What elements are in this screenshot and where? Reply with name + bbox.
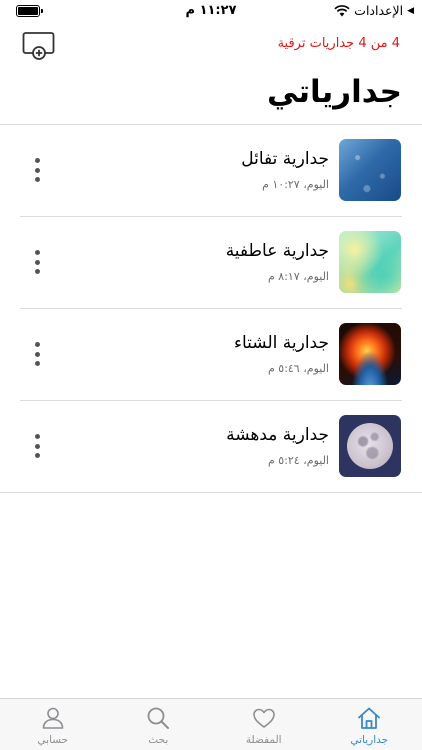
- wall-name: جدارية عاطفية: [225, 241, 329, 261]
- add-wall-button[interactable]: [22, 31, 56, 61]
- page-title: جدارياتي: [266, 74, 402, 110]
- tab-label: حسابي: [37, 734, 69, 746]
- upgrade-link[interactable]: 4 من 4 جداريات ترقية: [278, 36, 400, 51]
- wifi-icon: [334, 4, 350, 16]
- back-app-label: الإعدادات: [354, 3, 404, 18]
- list-item[interactable]: جدارية تفائل اليوم، ١٠:٢٧ م: [0, 125, 422, 217]
- wall-thumbnail: [339, 231, 401, 293]
- tab-account[interactable]: حسابي: [0, 699, 106, 750]
- heart-icon: [252, 708, 275, 728]
- back-to-app[interactable]: ◀ الإعدادات: [334, 3, 414, 18]
- status-bar: ١١:٢٧ م ◀ الإعدادات: [0, 0, 422, 22]
- tab-label: المفضلة: [245, 734, 282, 746]
- tab-favorites[interactable]: المفضلة: [211, 699, 317, 750]
- wall-name: جدارية الشتاء: [234, 333, 329, 353]
- search-icon: [147, 707, 170, 729]
- tab-label: بحث: [148, 734, 169, 746]
- person-icon: [42, 707, 64, 729]
- wall-date: اليوم، ٨:١٧ م: [267, 270, 329, 283]
- tab-label: جدارياتي: [350, 734, 389, 746]
- tab-my-walls[interactable]: جدارياتي: [317, 699, 422, 750]
- wall-name: جدارية مدهشة: [226, 425, 329, 445]
- wall-thumbnail: [339, 323, 401, 385]
- tab-search[interactable]: بحث: [106, 699, 212, 750]
- wall-date: اليوم، ٥:٤٦ م: [267, 362, 329, 375]
- list-item[interactable]: جدارية الشتاء اليوم، ٥:٤٦ م: [0, 309, 422, 401]
- add-screen-icon: [22, 32, 55, 60]
- row-divider: [0, 492, 422, 493]
- wall-date: اليوم، ١٠:٢٧ م: [262, 178, 329, 191]
- home-icon: [358, 707, 381, 729]
- more-options-button[interactable]: [26, 431, 48, 461]
- wall-list: جدارية تفائل اليوم، ١٠:٢٧ م جدارية عاطفي…: [0, 125, 422, 493]
- more-options-button[interactable]: [26, 339, 48, 369]
- wall-date: اليوم، ٥:٢٤ م: [267, 454, 329, 467]
- tab-bar: جدارياتي المفضلة بحث حسابي: [0, 698, 422, 750]
- more-options-button[interactable]: [26, 155, 48, 185]
- list-item[interactable]: جدارية مدهشة اليوم، ٥:٢٤ م: [0, 401, 422, 493]
- more-options-button[interactable]: [26, 247, 48, 277]
- wall-thumbnail: [339, 415, 401, 477]
- back-triangle-icon: ◀: [407, 5, 414, 16]
- wall-thumbnail: [339, 139, 401, 201]
- wall-name: جدارية تفائل: [241, 149, 329, 169]
- list-item[interactable]: جدارية عاطفية اليوم، ٨:١٧ م: [0, 217, 422, 309]
